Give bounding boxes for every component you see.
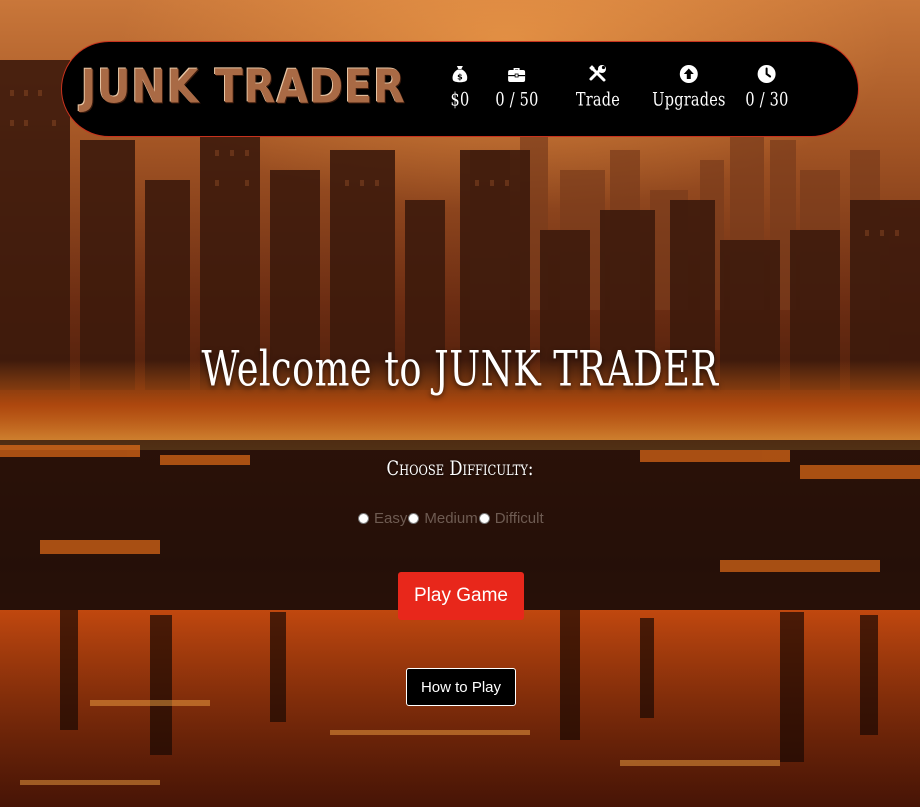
svg-text:$: $ (457, 73, 463, 82)
money-value: $0 (450, 89, 470, 111)
upgrades-label: Upgrades (652, 89, 726, 111)
difficulty-options: Easy Medium Difficult (357, 510, 544, 527)
time-value: 0 / 30 (745, 89, 789, 111)
medium-label: Medium (424, 510, 478, 527)
how-to-play-button[interactable]: How to Play (406, 668, 516, 706)
clock-icon (757, 65, 776, 83)
difficult-label: Difficult (494, 510, 544, 527)
easy-label: Easy (374, 510, 408, 527)
welcome-title: Welcome to JUNK TRADER (201, 340, 719, 398)
choose-difficulty-label: Choose Difficulty: (386, 456, 534, 480)
difficulty-difficult-option[interactable]: Difficult (478, 510, 544, 527)
money-stat: $ $0 (449, 64, 471, 111)
play-game-button[interactable]: Play Game (398, 572, 524, 620)
difficult-radio[interactable] (478, 513, 490, 524)
money-bag-icon: $ (452, 66, 468, 83)
briefcase-icon (508, 68, 526, 82)
difficulty-medium-option[interactable]: Medium (407, 510, 478, 527)
trade-label: Trade (575, 89, 621, 111)
difficulty-easy-option[interactable]: Easy (357, 510, 407, 527)
arrow-up-circle-icon (679, 65, 698, 83)
tools-icon (589, 65, 606, 82)
time-stat: 0 / 30 (742, 64, 793, 111)
header-bar: JUNK TRADER $ $0 0 / 50 Trade Upgrades 0… (61, 41, 859, 137)
inventory-value: 0 / 50 (495, 89, 539, 111)
game-logo: JUNK TRADER (81, 60, 406, 114)
inventory-stat: 0 / 50 (492, 64, 543, 111)
upgrades-link[interactable]: Upgrades (646, 64, 732, 111)
trade-link[interactable]: Trade (572, 64, 624, 111)
medium-radio[interactable] (408, 513, 420, 524)
easy-radio[interactable] (358, 513, 369, 524)
